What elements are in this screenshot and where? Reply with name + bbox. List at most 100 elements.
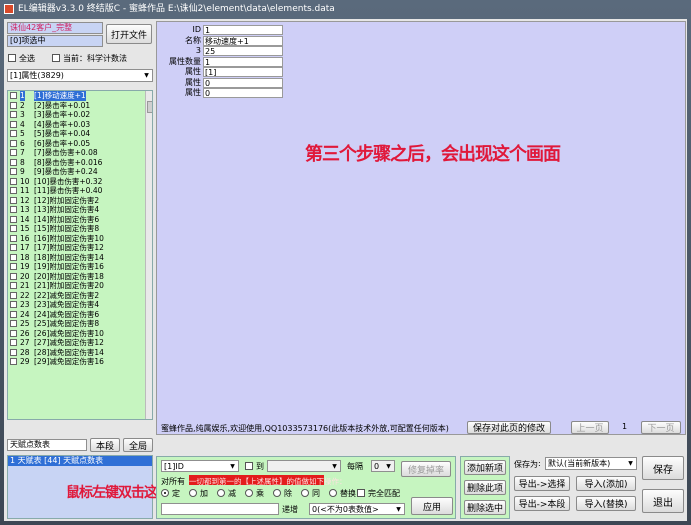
list-item-checkbox[interactable] <box>10 358 17 365</box>
list-item-checkbox[interactable] <box>10 320 17 327</box>
export-page-button[interactable]: 导出->本段 <box>514 496 570 511</box>
operation-radio[interactable] <box>301 489 309 497</box>
list-item-checkbox[interactable] <box>10 215 17 223</box>
delete-item-button[interactable]: 删除此项 <box>464 480 506 495</box>
list-item[interactable]: 2 [2]暴击率+0.01 <box>8 101 152 111</box>
exact-match-checkbox[interactable] <box>357 489 365 497</box>
open-file-button[interactable]: 打开文件 <box>106 24 152 44</box>
list-item-checkbox[interactable] <box>10 253 17 261</box>
list-item[interactable]: 12 [12]附加固定伤害2 <box>8 196 152 206</box>
search-input[interactable]: 天赋点数表 <box>7 439 87 451</box>
list-item[interactable]: 21 [21]附加固定伤害20 <box>8 281 152 291</box>
current-checkbox[interactable] <box>52 54 60 62</box>
save-page-button[interactable]: 保存对此页的修改 <box>467 421 551 434</box>
list-item[interactable]: 26 [26]减免固定伤害10 <box>8 329 152 339</box>
list-item[interactable]: 25 [25]减免固定伤害8 <box>8 319 152 329</box>
property-value-input[interactable]: 1 <box>203 56 283 67</box>
exit-button[interactable]: 退出 <box>642 489 684 513</box>
field-select[interactable]: [1]ID ▼ <box>161 460 239 472</box>
operation-radio[interactable] <box>245 489 253 497</box>
select-all-checkbox[interactable] <box>8 54 16 62</box>
list-item-checkbox[interactable] <box>10 206 17 213</box>
export-selected-button[interactable]: 导出->选择 <box>514 476 570 491</box>
property-value-input[interactable]: 25 <box>203 46 283 56</box>
import-add-button[interactable]: 导入(添加) <box>576 476 636 491</box>
save-button[interactable]: 保存 <box>642 456 684 480</box>
list-item[interactable]: 8 [8]暴击伤害+0.016 <box>8 158 152 168</box>
list-item-checkbox[interactable] <box>10 92 17 99</box>
list-item-checkbox[interactable] <box>10 139 17 147</box>
apply-button[interactable]: 应用 <box>411 497 453 515</box>
fix-drop-button[interactable]: 修复掉率 <box>401 461 451 477</box>
list-item-checkbox[interactable] <box>10 234 17 242</box>
list-item-checkbox[interactable] <box>10 111 17 118</box>
operation-value-input[interactable] <box>161 503 279 515</box>
item-list[interactable]: 1 [1]移动速度+1 2 [2]暴击率+0.01 3 [3]暴击率+0.02 4 [4]暴击… <box>7 90 153 420</box>
list-item[interactable]: 14 [14]附加固定伤害6 <box>8 215 152 225</box>
list-item-checkbox[interactable] <box>10 168 17 175</box>
list-item-checkbox[interactable] <box>10 187 17 194</box>
list-item-checkbox[interactable] <box>10 158 17 166</box>
list-item[interactable]: 29 [29]减免固定伤害16 <box>8 357 152 367</box>
list-item[interactable]: 24 [24]减免固定伤害6 <box>8 310 152 320</box>
list-item[interactable]: 20 [20]附加固定伤害18 <box>8 272 152 282</box>
list-item[interactable]: 17 [17]附加固定伤害12 <box>8 243 152 253</box>
prev-page-button[interactable]: 上一页 <box>571 421 609 434</box>
list-item-checkbox[interactable] <box>10 263 17 270</box>
to-select[interactable]: ▼ <box>267 460 341 472</box>
list-item-checkbox[interactable] <box>10 339 17 346</box>
list-item-checkbox[interactable] <box>10 282 17 289</box>
category-select[interactable]: [1]属性(3829) ▼ <box>7 69 153 82</box>
list-item[interactable]: 16 [16]附加固定伤害10 <box>8 234 152 244</box>
list-item[interactable]: 22 [22]减免固定伤害2 <box>8 291 152 301</box>
list-item-checkbox[interactable] <box>10 120 17 128</box>
list-item[interactable]: 19 [19]附加固定伤害16 <box>8 262 152 272</box>
list-item-checkbox[interactable] <box>10 101 17 109</box>
list-item-checkbox[interactable] <box>10 130 17 137</box>
to-checkbox[interactable] <box>245 462 253 470</box>
list-item[interactable]: 3 [3]暴击率+0.02 <box>8 110 152 120</box>
list-item[interactable]: 10 [10]暴击伤害+0.32 <box>8 177 152 187</box>
save-as-select[interactable]: 默认(当前新版本) ▼ <box>545 457 637 470</box>
operation-radio[interactable] <box>189 489 197 497</box>
list-item[interactable]: 27 [27]减免固定伤害12 <box>8 338 152 348</box>
list-item[interactable]: 18 [18]附加固定伤害14 <box>8 253 152 263</box>
list-item[interactable]: 11 [11]暴击伤害+0.40 <box>8 186 152 196</box>
every-select[interactable]: 0 ▼ <box>371 460 395 472</box>
operation-radio[interactable] <box>217 489 225 497</box>
list-item-checkbox[interactable] <box>10 291 17 299</box>
list-item[interactable]: 4 [4]暴击率+0.03 <box>8 120 152 130</box>
list-item-checkbox[interactable] <box>10 272 17 280</box>
property-value-input[interactable]: 0 <box>203 77 283 88</box>
list-item[interactable]: 1 [1]移动速度+1 <box>8 91 152 101</box>
property-value-input[interactable]: 1 <box>203 25 283 35</box>
list-scrollbar[interactable] <box>145 91 152 419</box>
list-item[interactable]: 7 [7]暴击伤害+0.08 <box>8 148 152 158</box>
property-value-input[interactable]: 0 <box>203 88 283 98</box>
list-item-checkbox[interactable] <box>10 244 17 251</box>
list-item[interactable]: 28 [28]减免固定伤害14 <box>8 348 152 358</box>
recurse-select[interactable]: 0(<不为0表数值> ▼ <box>309 503 405 515</box>
scrollbar-thumb[interactable] <box>147 101 152 113</box>
list-item-checkbox[interactable] <box>10 301 17 308</box>
search-result-item[interactable]: 1 天赋表 [44] 天赋点数表 <box>8 456 152 466</box>
import-replace-button[interactable]: 导入(替换) <box>576 496 636 511</box>
operation-radio[interactable] <box>273 489 281 497</box>
list-item[interactable]: 9 [9]暴击伤害+0.24 <box>8 167 152 177</box>
operation-radio[interactable] <box>161 489 169 497</box>
list-item-checkbox[interactable] <box>10 196 17 204</box>
list-item-checkbox[interactable] <box>10 149 17 156</box>
list-item-checkbox[interactable] <box>10 348 17 356</box>
list-item[interactable]: 5 [5]暴击率+0.04 <box>8 129 152 139</box>
operation-radio[interactable] <box>329 489 337 497</box>
delete-selected-button[interactable]: 删除选中 <box>464 500 506 515</box>
list-item-checkbox[interactable] <box>10 225 17 232</box>
list-item-checkbox[interactable] <box>10 329 17 337</box>
list-item-checkbox[interactable] <box>10 310 17 318</box>
list-item[interactable]: 13 [13]附加固定伤害4 <box>8 205 152 215</box>
list-item-checkbox[interactable] <box>10 177 17 185</box>
property-value-input[interactable]: [1] <box>203 67 283 77</box>
list-item[interactable]: 23 [23]减免固定伤害4 <box>8 300 152 310</box>
list-item[interactable]: 15 [15]附加固定伤害8 <box>8 224 152 234</box>
add-item-button[interactable]: 添加新项 <box>464 460 506 475</box>
